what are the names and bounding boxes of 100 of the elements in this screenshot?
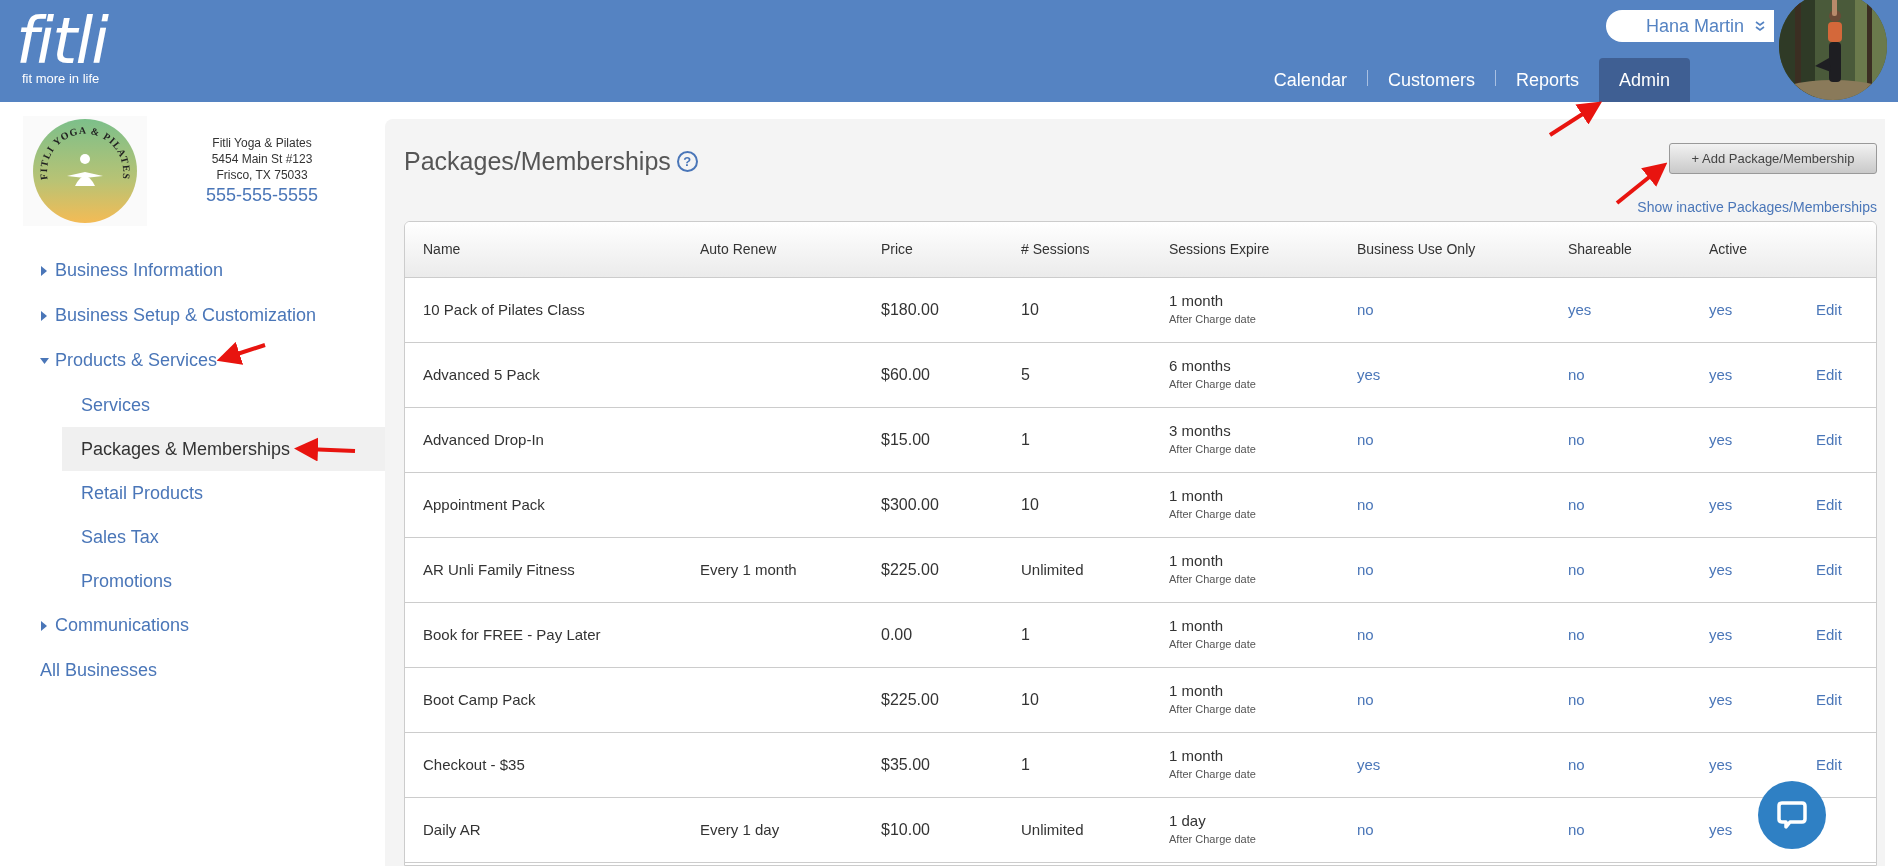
flag-link[interactable]: yes [1709, 755, 1733, 773]
annotation-arrow [1548, 101, 1603, 137]
flag-link[interactable]: yes [1357, 755, 1381, 773]
flag-link[interactable]: no [1568, 625, 1585, 643]
table-cell: $180.00 [881, 301, 939, 318]
edit-link[interactable]: Edit [1816, 495, 1842, 513]
table-cell-text: After Charge date [1169, 637, 1257, 652]
table-cell: 10 [1021, 691, 1039, 708]
table-cell-text: 6 months [1169, 357, 1232, 375]
flag-link[interactable]: yes [1568, 300, 1592, 318]
edit-link[interactable]: Edit [1816, 365, 1842, 383]
flag-link[interactable]: no [1568, 820, 1585, 838]
chat-icon [1776, 799, 1808, 831]
table-cell-text: 1 month [1169, 747, 1225, 765]
table-cell: 1 [1021, 756, 1030, 773]
table-cell: 1 [1021, 626, 1030, 643]
nav-tab[interactable]: Admin [1598, 58, 1690, 102]
business-name: Fitli Yoga & Pilates [212, 135, 312, 151]
flag-link[interactable]: yes [1709, 560, 1733, 578]
flag-link[interactable]: yes [1709, 820, 1733, 838]
table-cell: $10.00 [881, 821, 930, 838]
flag-link[interactable]: no [1357, 495, 1374, 513]
column-header: Name [423, 241, 461, 257]
sidebar-subitem[interactable]: Services [62, 383, 385, 427]
table-cell: 1 [1021, 431, 1030, 448]
table-cell: $300.00 [881, 496, 939, 513]
flag-link[interactable]: yes [1709, 430, 1733, 448]
sidebar-subitem[interactable]: Retail Products [62, 471, 385, 515]
edit-link[interactable]: Edit [1816, 300, 1842, 318]
edit-link[interactable]: Edit [1816, 625, 1842, 643]
flag-link[interactable]: no [1568, 690, 1585, 708]
table-cell-text: 1 month [1169, 682, 1225, 700]
table-cell-text: After Charge date [1169, 507, 1257, 522]
sidebar-subitem[interactable]: Sales Tax [62, 515, 385, 559]
table-cell-text: After Charge date [1169, 442, 1257, 457]
table-cell: $60.00 [881, 366, 930, 383]
user-menu[interactable]: Hana Martin [1606, 10, 1774, 42]
column-header: Business Use Only [1357, 241, 1476, 257]
sidebar-item[interactable]: Products & Services [55, 347, 218, 374]
table-cell-text: 3 months [1169, 422, 1232, 440]
table-cell-text: After Charge date [1169, 832, 1257, 847]
flag-link[interactable]: no [1568, 365, 1585, 383]
flag-link[interactable]: yes [1357, 365, 1381, 383]
flag-link[interactable]: no [1357, 690, 1374, 708]
annotation-arrow [294, 437, 356, 462]
table-cell: $15.00 [881, 431, 930, 448]
nav-tab[interactable]: Reports [1495, 58, 1599, 102]
table-cell: Daily AR [423, 820, 481, 838]
flag-link[interactable]: no [1357, 625, 1374, 643]
table-cell-text: 1 month [1169, 292, 1225, 310]
business-address: 5454 Main St #123 [211, 151, 313, 167]
logo-tagline: fit more in life [21, 72, 101, 86]
column-header: Auto Renew [700, 241, 777, 257]
edit-link[interactable]: Edit [1816, 755, 1842, 773]
edit-link[interactable]: Edit [1816, 690, 1842, 708]
table-cell-text: 1 day [1169, 812, 1207, 830]
chevron-icon [1754, 20, 1767, 32]
table-cell: 10 Pack of Pilates Class [423, 300, 585, 318]
flag-link[interactable]: yes [1709, 300, 1733, 318]
flag-link[interactable]: no [1568, 430, 1585, 448]
help-icon[interactable]: ? [676, 151, 698, 173]
table-cell: Boot Camp Pack [423, 690, 536, 708]
flag-link[interactable]: yes [1709, 365, 1733, 383]
nav-tab[interactable]: Calendar [1253, 58, 1367, 102]
add-package-button[interactable]: + Add Package/Membership [1669, 143, 1877, 174]
business-phone[interactable]: 555-555-5555 [205, 183, 319, 207]
flag-link[interactable]: no [1568, 755, 1585, 773]
flag-link[interactable]: yes [1709, 625, 1733, 643]
sidebar-item[interactable]: Communications [55, 612, 190, 639]
table-cell: Advanced 5 Pack [423, 365, 540, 383]
flag-link[interactable]: yes [1709, 495, 1733, 513]
flag-link[interactable]: yes [1709, 690, 1733, 708]
edit-link[interactable]: Edit [1816, 560, 1842, 578]
sidebar-item[interactable]: Business Setup & Customization [55, 302, 317, 329]
sidebar-item[interactable]: All Businesses [0, 648, 385, 693]
table-cell-text: 1 month [1169, 487, 1225, 505]
table-cell: Every 1 day [700, 820, 780, 838]
table-cell: Every 1 month [700, 560, 797, 578]
edit-link[interactable]: Edit [1816, 430, 1842, 448]
column-header: Sessions Expire [1169, 241, 1270, 257]
sidebar-subitem[interactable]: Packages & Memberships [62, 427, 385, 471]
flag-link[interactable]: no [1357, 300, 1374, 318]
fitli-logo[interactable]: fitli [16, 10, 107, 72]
flag-link[interactable]: no [1357, 430, 1374, 448]
flag-link[interactable]: no [1357, 560, 1374, 578]
table-cell: 5 [1021, 366, 1030, 383]
table-cell-text: After Charge date [1169, 312, 1257, 327]
table-cell: Unlimited [1021, 560, 1084, 578]
table-cell-text: 1 month [1169, 552, 1225, 570]
annotation-arrow [216, 341, 266, 365]
table-cell: 10 [1021, 496, 1039, 513]
sidebar-item[interactable]: Business Information [55, 257, 224, 284]
flag-link[interactable]: no [1568, 495, 1585, 513]
flag-link[interactable]: no [1357, 820, 1374, 838]
table-cell: $225.00 [881, 561, 939, 578]
table-cell: Advanced Drop-In [423, 430, 544, 448]
table-cell: Checkout - $35 [423, 755, 525, 773]
nav-tab[interactable]: Customers [1367, 58, 1495, 102]
flag-link[interactable]: no [1568, 560, 1585, 578]
sidebar-subitem[interactable]: Promotions [62, 559, 385, 603]
